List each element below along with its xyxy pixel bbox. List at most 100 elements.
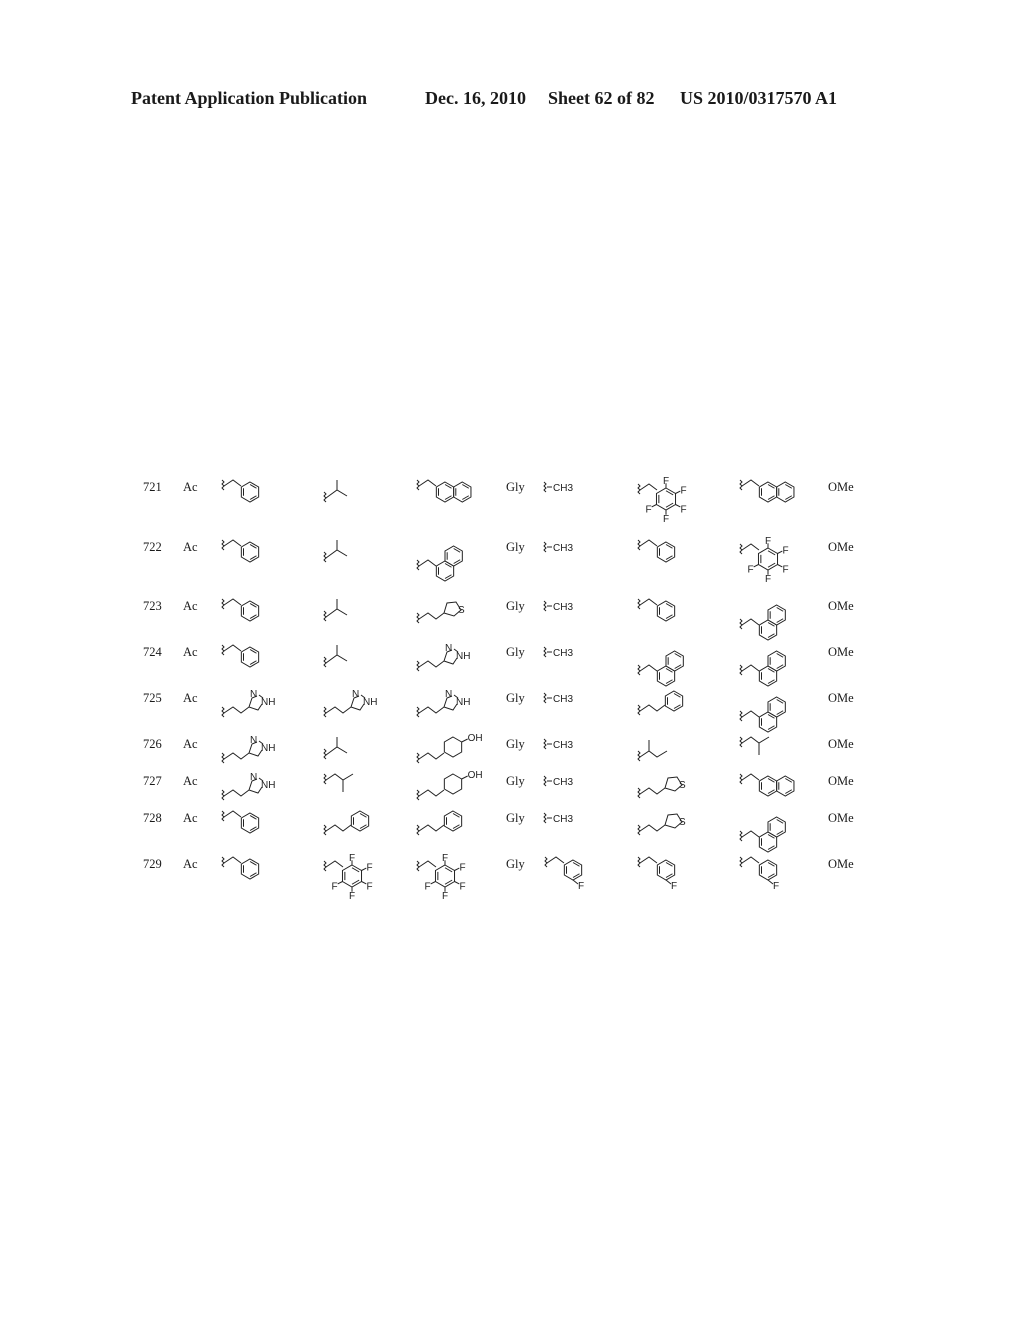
attachment-bond-icon: [221, 644, 225, 656]
n-terminal-group: Ac: [183, 645, 198, 659]
structure-pentafluorobenzyl: FFFFF: [323, 853, 373, 902]
hydroxyl-label: OH: [468, 770, 483, 781]
attachment-bond-icon: [543, 738, 547, 750]
structure-1-naphthylmethyl: [637, 650, 684, 687]
structure-pentafluorobenzyl: FFFFF: [416, 853, 466, 902]
nh-label: NH: [261, 780, 275, 791]
methyl-label: CH3: [553, 602, 573, 613]
methyl-label: CH3: [553, 483, 573, 494]
attachment-bond-icon: [544, 856, 548, 868]
structure-4-hydroxyphenethyl: OH: [416, 733, 483, 764]
attachment-bond-icon: [323, 706, 327, 718]
structure-benzyl: [637, 539, 676, 563]
structure-imidazolylethyl: N NH: [221, 772, 275, 801]
structure-4-fluorobenzyl: F: [544, 856, 584, 892]
structure-2-naphthylmethyl: [739, 479, 795, 503]
structure-methyl: CH3: [543, 692, 573, 705]
n-terminal-group: Ac: [183, 480, 198, 494]
methyl-label: CH3: [553, 543, 573, 554]
attachment-bond-icon: [221, 752, 225, 764]
attachment-bond-icon: [739, 664, 743, 676]
attachment-bond-icon: [739, 773, 743, 785]
attachment-bond-icon: [221, 598, 225, 610]
compound-number: 722: [143, 540, 162, 554]
nitrogen-label: N: [445, 643, 452, 654]
nh-label: NH: [261, 697, 275, 708]
n-terminal-group: Ac: [183, 774, 198, 788]
structure-methyl: CH3: [543, 481, 573, 494]
structure-methyl: CH3: [543, 738, 573, 751]
structure-sec-butyl: [637, 740, 668, 762]
fluorine-label: F: [331, 882, 337, 893]
structure-4-hydroxyphenethyl: OH: [416, 770, 483, 801]
glycine-residue: Gly: [506, 811, 525, 825]
attachment-bond-icon: [323, 610, 327, 622]
c-terminal-group: OMe: [828, 480, 854, 494]
attachment-bond-icon: [323, 491, 327, 503]
n-terminal-group: Ac: [183, 811, 198, 825]
structure-isopropyl: [323, 645, 348, 668]
attachment-bond-icon: [543, 775, 547, 787]
attachment-bond-icon: [221, 789, 225, 801]
structure-pentafluorobenzyl: FFFFF: [637, 476, 687, 525]
c-terminal-group: OMe: [828, 774, 854, 788]
fluorine-label: F: [460, 863, 466, 874]
fluorine-label: F: [349, 891, 355, 902]
attachment-bond-icon: [637, 598, 641, 610]
attachment-bond-icon: [543, 481, 547, 493]
attachment-bond-icon: [416, 789, 420, 801]
fluorine-label: F: [645, 505, 651, 516]
structure-benzyl: [637, 598, 676, 622]
attachment-bond-icon: [323, 773, 327, 785]
structure-benzyl: [221, 856, 260, 880]
structure-methyl: CH3: [543, 541, 573, 554]
attachment-bond-icon: [323, 748, 327, 760]
attachment-bond-icon: [416, 660, 420, 672]
fluorine-label: F: [681, 505, 687, 516]
attachment-bond-icon: [323, 824, 327, 836]
c-terminal-group: OMe: [828, 737, 854, 751]
fluorine-label: F: [460, 882, 466, 893]
structure-imidazolylethyl: N NH: [221, 689, 275, 718]
sulfur-label: S: [679, 780, 686, 791]
methyl-label: CH3: [553, 777, 573, 788]
compound-number: 727: [143, 774, 162, 788]
glycine-residue: Gly: [506, 691, 525, 705]
structure-phenethyl: [637, 690, 684, 716]
structure-3-thienylethyl: S: [416, 601, 465, 624]
attachment-bond-icon: [637, 787, 641, 799]
structure-methyl: CH3: [543, 775, 573, 788]
structure-4-fluorobenzyl: F: [637, 856, 677, 892]
attachment-bond-icon: [323, 860, 327, 872]
attachment-bond-icon: [221, 539, 225, 551]
compound-number: 721: [143, 480, 162, 494]
glycine-residue: Gly: [506, 645, 525, 659]
nitrogen-label: N: [250, 735, 257, 746]
c-terminal-group: OMe: [828, 599, 854, 613]
attachment-bond-icon: [221, 706, 225, 718]
fluorine-label: F: [578, 881, 584, 892]
structure-2-naphthylmethyl: [416, 479, 472, 503]
structure-benzyl: [221, 644, 260, 668]
fluorine-label: F: [747, 565, 753, 576]
fluorine-label: F: [442, 891, 448, 902]
attachment-bond-icon: [221, 479, 225, 491]
glycine-residue: Gly: [506, 737, 525, 751]
structure-1-naphthylmethyl: [739, 604, 786, 641]
attachment-bond-icon: [637, 824, 641, 836]
fluorine-label: F: [765, 574, 771, 585]
c-terminal-group: OMe: [828, 857, 854, 871]
glycine-residue: Gly: [506, 480, 525, 494]
fluorine-label: F: [663, 514, 669, 525]
nitrogen-label: N: [445, 689, 452, 700]
n-terminal-group: Ac: [183, 599, 198, 613]
structure-imidazolylethyl: N NH: [416, 689, 470, 718]
fluorine-label: F: [765, 536, 771, 547]
attachment-bond-icon: [323, 551, 327, 563]
structure-methyl: CH3: [543, 646, 573, 659]
attachment-bond-icon: [416, 559, 420, 571]
methyl-label: CH3: [553, 740, 573, 751]
attachment-bond-icon: [543, 692, 547, 704]
structure-benzyl: [221, 810, 260, 834]
structure-3-thienylethyl: S: [637, 813, 686, 836]
